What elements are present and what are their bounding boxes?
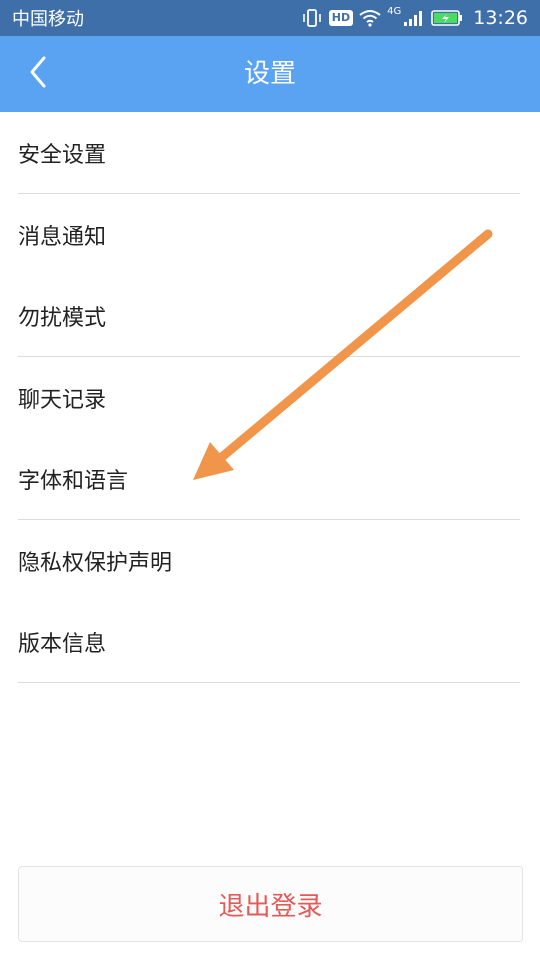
logout-label: 退出登录 [218, 891, 323, 922]
menu-item-label: 字体和语言 [18, 468, 129, 494]
hd-badge: HD [328, 10, 354, 26]
page-title: 设置 [243, 59, 296, 89]
vibrate-icon [301, 8, 323, 28]
back-button[interactable] [14, 50, 62, 98]
menu-item-security[interactable]: 安全设置 [0, 112, 540, 193]
divider [18, 682, 520, 683]
logout-button[interactable]: 退出登录 [18, 866, 523, 942]
clock: 13:26 [473, 7, 528, 29]
app-header: 设置 [0, 36, 540, 112]
chevron-left-icon [27, 55, 49, 93]
status-icons: HD 4G 13:26 [301, 5, 528, 29]
menu-item-label: 隐私权保护声明 [18, 550, 173, 576]
menu-item-font-language[interactable]: 字体和语言 [0, 438, 540, 519]
battery-icon [431, 8, 463, 28]
network-type-label: 4G [387, 5, 402, 17]
carrier-name: 中国移动 [12, 9, 84, 30]
menu-item-do-not-disturb[interactable]: 勿扰模式 [0, 275, 540, 356]
menu-item-label: 安全设置 [18, 142, 107, 168]
menu-item-notifications[interactable]: 消息通知 [0, 194, 540, 275]
wifi-icon [359, 8, 381, 28]
signal-icon [403, 8, 425, 28]
menu-item-chat-history[interactable]: 聊天记录 [0, 357, 540, 438]
status-bar: 中国移动 HD 4G 13:26 [0, 0, 540, 36]
menu-item-label: 勿扰模式 [18, 305, 107, 331]
menu-item-label: 消息通知 [18, 224, 107, 250]
menu-item-label: 聊天记录 [18, 387, 107, 413]
menu-item-privacy-statement[interactable]: 隐私权保护声明 [0, 520, 540, 601]
menu-item-label: 版本信息 [18, 631, 107, 657]
menu-item-version-info[interactable]: 版本信息 [0, 601, 540, 682]
